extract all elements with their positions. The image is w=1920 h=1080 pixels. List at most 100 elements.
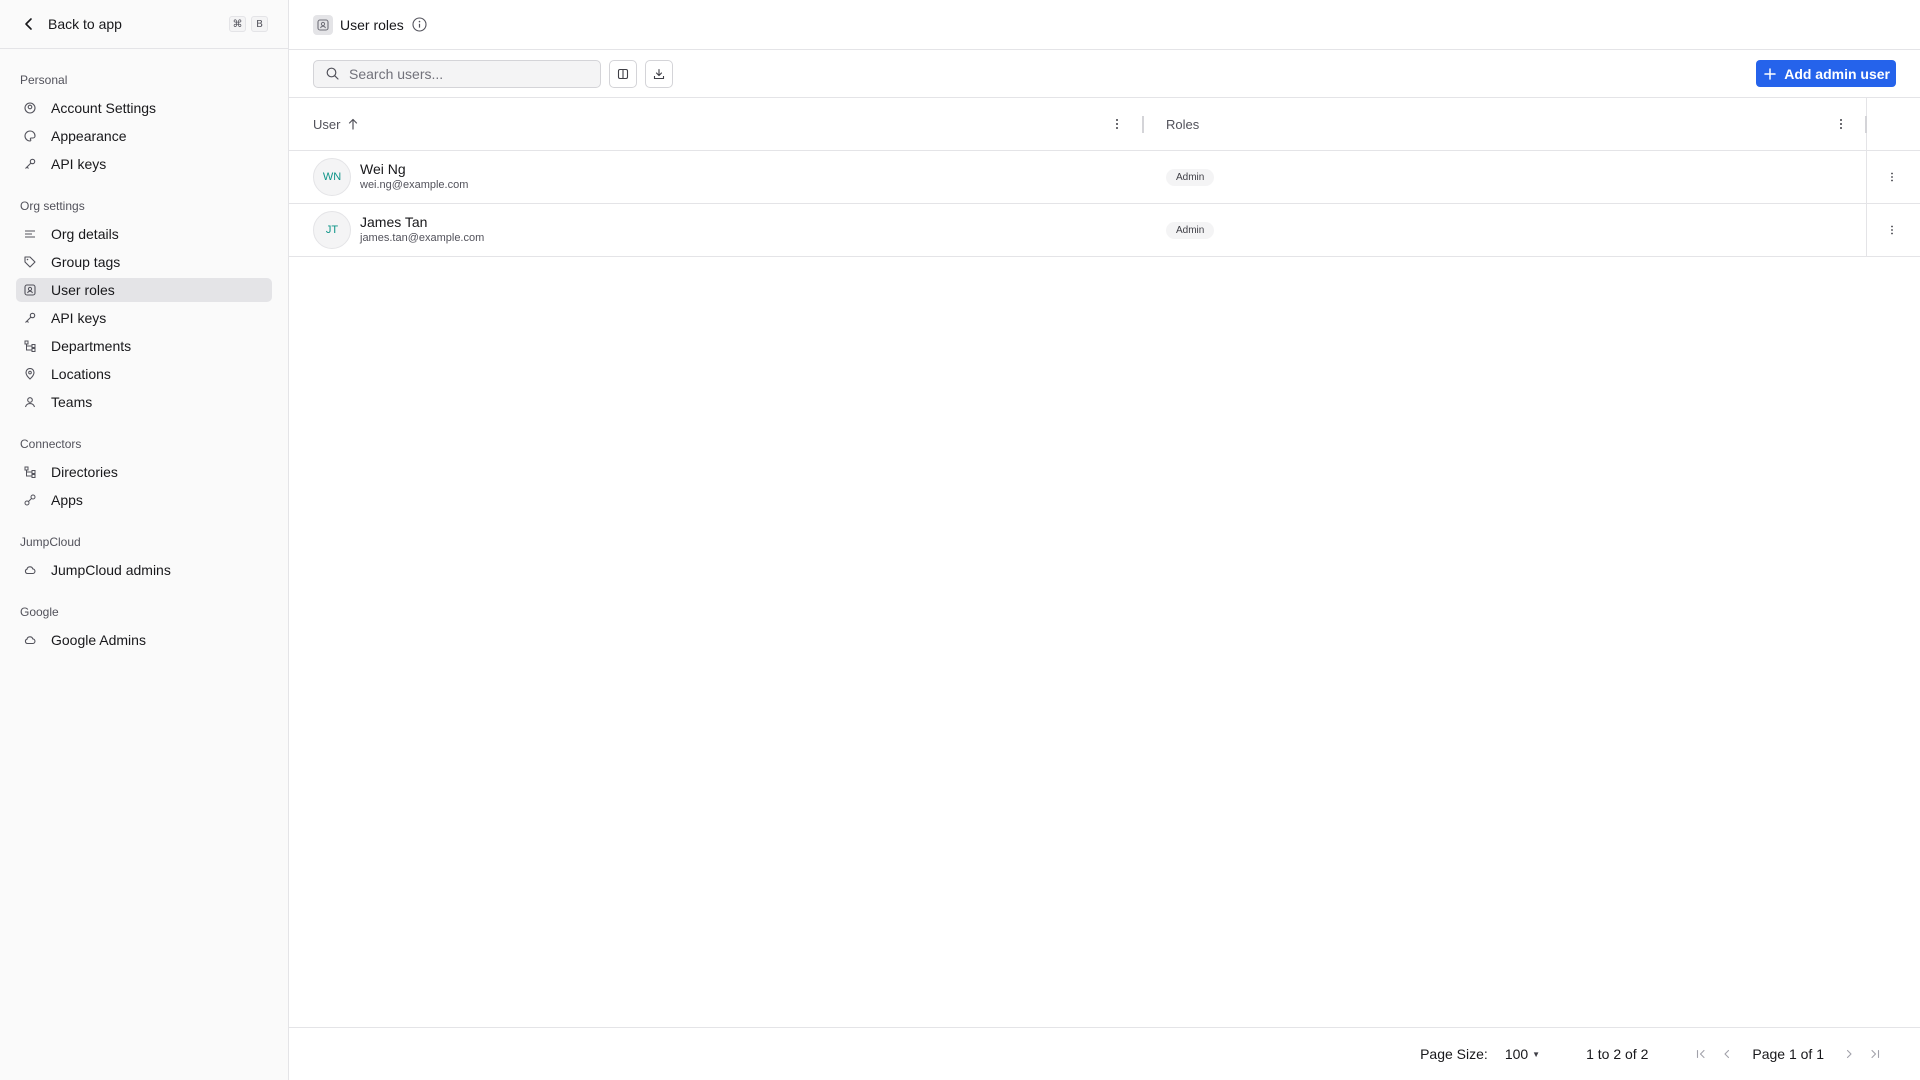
sidebar-section-jumpcloud: JumpCloud JumpCloud admins	[0, 532, 288, 582]
user-roles-icon	[313, 14, 333, 35]
avatar: WN	[313, 158, 351, 196]
column-menu-icon[interactable]	[1839, 118, 1843, 130]
user-cell: JT James Tan james.tan@example.com	[289, 211, 1142, 249]
sidebar-item-label: Google Admins	[51, 632, 146, 648]
caret-down-icon: ▼	[1532, 1049, 1541, 1059]
search-icon	[326, 67, 339, 80]
page-size-label: Page Size:	[1420, 1046, 1488, 1062]
account-settings-icon	[24, 102, 36, 114]
table-row[interactable]: WN Wei Ng wei.ng@example.com Admin	[289, 151, 1920, 204]
cloud-icon	[24, 634, 36, 646]
last-page-icon[interactable]	[1869, 1048, 1881, 1060]
hierarchy-icon	[24, 340, 36, 352]
user-roles-icon	[24, 284, 36, 296]
row-actions-button[interactable]	[1866, 151, 1917, 203]
sidebar-item-label: API keys	[51, 310, 107, 326]
user-cell: WN Wei Ng wei.ng@example.com	[289, 158, 1142, 196]
page-size-value: 100	[1504, 1046, 1529, 1062]
sidebar-item-label: Teams	[51, 394, 93, 410]
roles-cell: Admin	[1142, 221, 1866, 239]
page-header: User roles	[289, 0, 1920, 50]
chevron-left-icon	[22, 17, 36, 31]
sidebar-item-group-tags[interactable]: Group tags	[16, 250, 272, 274]
column-resize-handle[interactable]	[1865, 116, 1867, 133]
column-header-user[interactable]: User	[289, 98, 1142, 150]
role-badge: Admin	[1166, 168, 1215, 186]
sidebar-item-departments[interactable]: Departments	[16, 334, 272, 358]
sidebar-section-google: Google Google Admins	[0, 602, 288, 652]
sidebar-item-label: Locations	[51, 366, 111, 382]
main-content: User roles Search users... Add admin use…	[289, 0, 1920, 1080]
search-box[interactable]	[313, 59, 601, 88]
apps-icon	[24, 494, 36, 506]
column-header-roles[interactable]: Roles	[1142, 98, 1866, 150]
download-icon	[653, 68, 665, 80]
sidebar-item-label: Directories	[51, 464, 118, 480]
user-email: wei.ng@example.com	[360, 179, 469, 191]
table-row[interactable]: JT James Tan james.tan@example.com Admin	[289, 204, 1920, 257]
sidebar-section-personal: Personal Account Settings Appearance API…	[0, 70, 288, 176]
more-vertical-icon	[1890, 172, 1894, 182]
sidebar-item-org-details[interactable]: Org details	[16, 222, 272, 246]
sidebar-item-directories[interactable]: Directories	[16, 460, 272, 484]
back-to-app-button[interactable]: Back to app ⌘ B	[0, 0, 288, 49]
sidebar-item-teams[interactable]: Teams	[16, 390, 272, 414]
sidebar-item-label: Org details	[51, 226, 119, 242]
sidebar-item-user-roles[interactable]: User roles	[16, 278, 272, 302]
user-name: James Tan	[360, 214, 428, 230]
sidebar: Back to app ⌘ B Personal Account Setting…	[0, 0, 289, 1080]
page-size-select[interactable]: 100 ▼	[1505, 1046, 1540, 1062]
pagination-bar: Page Size: 100 ▼ 1 to 2 of 2 Page 1 of 1	[289, 1027, 1920, 1080]
sidebar-item-api-keys-personal[interactable]: API keys	[16, 152, 272, 176]
plus-icon	[1764, 67, 1776, 80]
info-icon[interactable]	[412, 17, 428, 33]
search-input[interactable]	[349, 65, 589, 82]
previous-page-icon[interactable]	[1721, 1048, 1733, 1060]
shortcut-key-b: B	[251, 16, 268, 32]
add-admin-user-button[interactable]: Add admin user	[1756, 60, 1896, 87]
sidebar-item-appearance[interactable]: Appearance	[16, 124, 272, 148]
section-title: Google	[20, 605, 59, 619]
column-header-actions	[1866, 98, 1917, 150]
sidebar-item-api-keys-org[interactable]: API keys	[16, 306, 272, 330]
sidebar-item-apps[interactable]: Apps	[16, 488, 272, 512]
section-title: Org settings	[20, 199, 85, 213]
section-title: Personal	[20, 73, 68, 87]
sidebar-item-label: JumpCloud admins	[51, 562, 171, 578]
page-indicator: Page 1 of 1	[1752, 1046, 1824, 1062]
export-button[interactable]	[645, 59, 673, 88]
back-to-app-label: Back to app	[48, 16, 122, 32]
sort-ascending-icon[interactable]	[348, 118, 358, 130]
columns-icon	[617, 68, 629, 80]
sidebar-item-label: Group tags	[51, 254, 121, 270]
cloud-icon	[24, 564, 36, 576]
sidebar-item-label: Departments	[51, 338, 132, 354]
column-label: User	[313, 116, 341, 132]
page-title: User roles	[340, 16, 404, 33]
hierarchy-icon	[24, 466, 36, 478]
user-email: james.tan@example.com	[360, 232, 485, 244]
sidebar-item-label: Account Settings	[51, 100, 157, 116]
table-header: User Roles	[289, 98, 1920, 151]
sidebar-item-account-settings[interactable]: Account Settings	[16, 96, 272, 120]
sidebar-item-label: Appearance	[51, 128, 127, 144]
next-page-icon[interactable]	[1843, 1048, 1855, 1060]
sidebar-item-label: Apps	[51, 492, 83, 508]
column-label: Roles	[1166, 116, 1200, 132]
first-page-icon[interactable]	[1695, 1048, 1707, 1060]
columns-button[interactable]	[609, 59, 637, 88]
shortcut-key-cmd: ⌘	[229, 16, 246, 32]
section-title: JumpCloud	[20, 535, 81, 549]
sidebar-item-locations[interactable]: Locations	[16, 362, 272, 386]
sidebar-item-google-admins[interactable]: Google Admins	[16, 628, 272, 652]
column-resize-handle[interactable]	[1142, 116, 1144, 133]
lines-icon	[24, 228, 36, 240]
column-menu-icon[interactable]	[1115, 118, 1119, 130]
user-icon	[24, 396, 36, 408]
row-actions-button[interactable]	[1866, 204, 1917, 256]
map-pin-icon	[24, 368, 36, 380]
sidebar-section-org-settings: Org settings Org details Group tags User…	[0, 196, 288, 414]
sidebar-item-jumpcloud-admins[interactable]: JumpCloud admins	[16, 558, 272, 582]
key-icon	[24, 158, 36, 170]
user-name: Wei Ng	[360, 161, 406, 177]
